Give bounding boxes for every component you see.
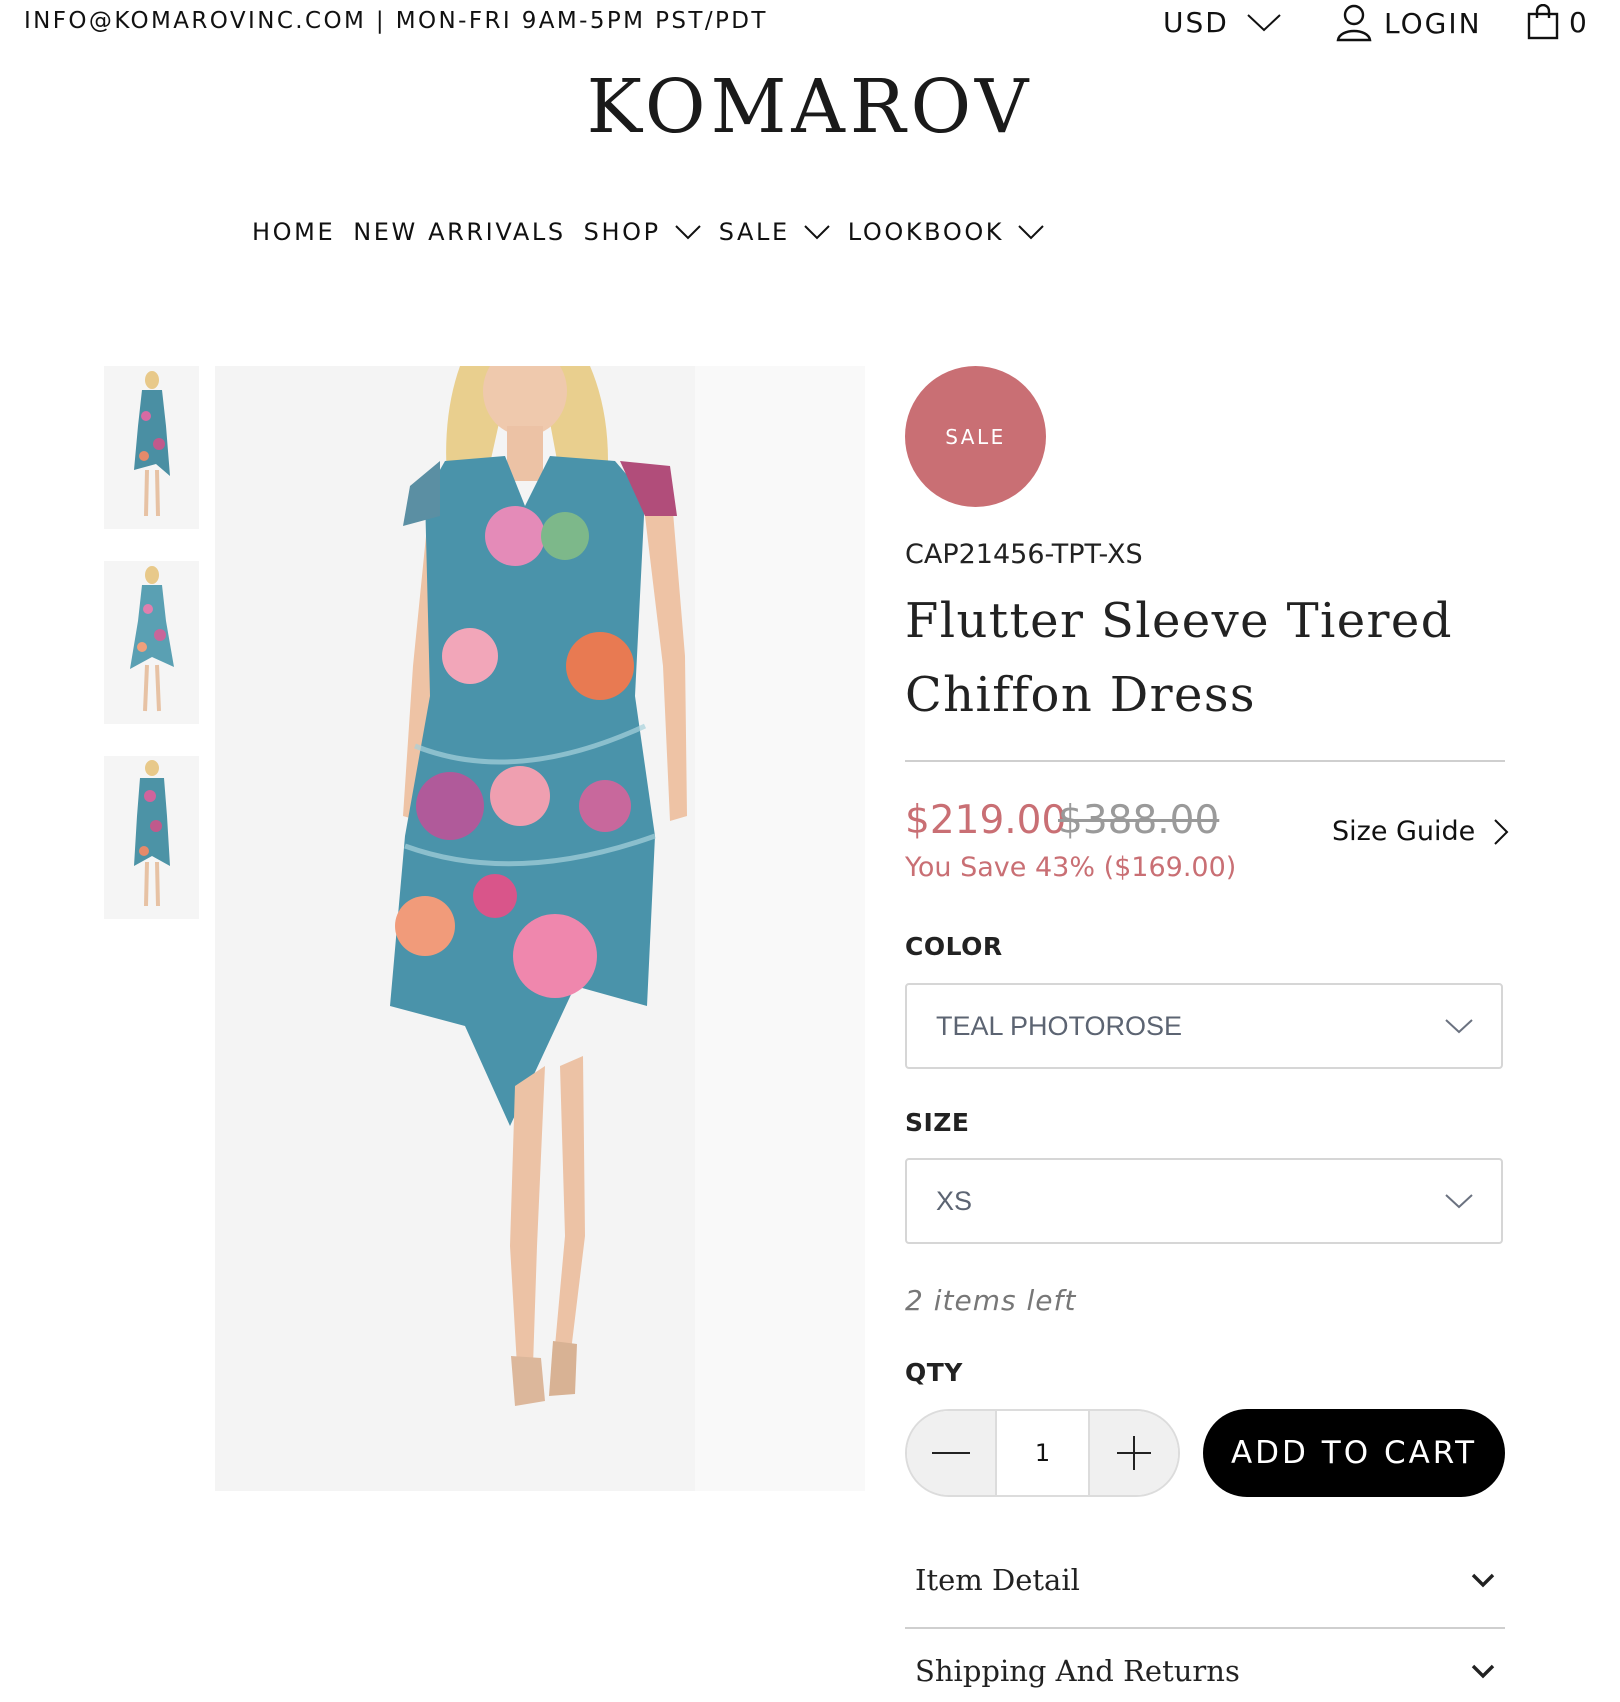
qty-input[interactable]: 1: [995, 1411, 1090, 1495]
compare-price: $388.00: [1058, 798, 1220, 843]
size-label: SIZE: [905, 1108, 970, 1137]
plus-icon: [1117, 1436, 1151, 1470]
login-link[interactable]: LOGIN: [1336, 4, 1482, 42]
divider: [905, 760, 1505, 762]
size-select-value: XS: [936, 1185, 973, 1216]
stock-status: 2 items left: [905, 1284, 1077, 1317]
product-thumbnail[interactable]: [104, 756, 199, 919]
login-label: LOGIN: [1384, 6, 1482, 40]
color-label: COLOR: [905, 932, 1003, 961]
increase-qty-button[interactable]: [1090, 1411, 1178, 1495]
nav-item-label: SALE: [718, 218, 790, 246]
color-select[interactable]: TEAL PHOTOROSE: [905, 983, 1503, 1069]
color-select-value: TEAL PHOTOROSE: [936, 1010, 1183, 1041]
divider: [905, 1627, 1505, 1629]
nav-item-new-arrivals[interactable]: NEW ARRIVALS: [353, 218, 565, 246]
chevron-down-icon: [1471, 1573, 1495, 1588]
add-to-cart-button[interactable]: ADD TO CART: [1203, 1409, 1505, 1497]
product-sku: CAP21456-TPT-XS: [905, 539, 1143, 570]
chevron-down-icon: [804, 225, 830, 240]
size-select[interactable]: XS: [905, 1158, 1503, 1244]
main-nav: HOME NEW ARRIVALS SHOP SALE LOOKBOOK: [252, 218, 1062, 246]
contact-info: INFO@KOMAROVINC.COM | MON-FRI 9AM-5PM PS…: [24, 8, 768, 34]
chevron-down-icon: [1445, 1194, 1473, 1209]
cart-link[interactable]: 0: [1527, 4, 1587, 40]
chevron-down-icon: [1018, 225, 1044, 240]
nav-item-home[interactable]: HOME: [252, 218, 335, 246]
accordion-item-detail[interactable]: Item Detail: [905, 1549, 1505, 1611]
accordion-label: Shipping And Returns: [915, 1654, 1240, 1688]
sale-price: $219.00: [905, 798, 1067, 843]
minus-icon: [932, 1452, 970, 1454]
accordion-label: Item Detail: [915, 1563, 1080, 1597]
nav-item-label: NEW ARRIVALS: [353, 218, 566, 246]
currency-label: USD: [1163, 6, 1229, 39]
currency-selector[interactable]: USD: [1163, 6, 1281, 39]
size-guide-label: Size Guide: [1332, 816, 1476, 847]
product-thumbnail[interactable]: [104, 561, 199, 724]
brand-logo[interactable]: KOMAROV: [0, 64, 1620, 150]
user-icon: [1336, 4, 1372, 42]
savings-text: You Save 43% ($169.00): [905, 852, 1237, 883]
qty-label: QTY: [905, 1358, 963, 1387]
chevron-down-icon: [1471, 1664, 1495, 1679]
product-main-image[interactable]: [215, 366, 865, 1491]
nav-item-label: LOOKBOOK: [847, 218, 1005, 246]
chevron-down-icon: [1445, 1019, 1473, 1034]
nav-item-label: SHOP: [583, 218, 661, 246]
dress-thumbnail-image: [104, 561, 199, 724]
nav-item-label: HOME: [252, 218, 336, 246]
accordion-shipping-returns[interactable]: Shipping And Returns: [905, 1640, 1505, 1702]
dress-thumbnail-image: [104, 756, 199, 919]
product-thumbnail[interactable]: [104, 366, 199, 529]
shopping-bag-icon: [1527, 4, 1559, 40]
nav-item-lookbook[interactable]: LOOKBOOK: [848, 218, 1044, 246]
sale-badge: SALE: [905, 366, 1046, 507]
quantity-stepper[interactable]: 1: [905, 1409, 1180, 1497]
dress-thumbnail-image: [104, 366, 199, 529]
nav-item-shop[interactable]: SHOP: [584, 218, 701, 246]
nav-item-sale[interactable]: SALE: [719, 218, 830, 246]
decrease-qty-button[interactable]: [907, 1411, 995, 1495]
chevron-down-icon: [1247, 13, 1281, 31]
chevron-down-icon: [674, 225, 701, 240]
size-guide-link[interactable]: Size Guide: [1332, 816, 1509, 847]
chevron-right-icon: [1494, 818, 1509, 845]
dress-model-image: [215, 366, 865, 1491]
cart-count: 0: [1569, 5, 1587, 39]
product-title: Flutter Sleeve Tiered Chiffon Dress: [905, 593, 1453, 723]
